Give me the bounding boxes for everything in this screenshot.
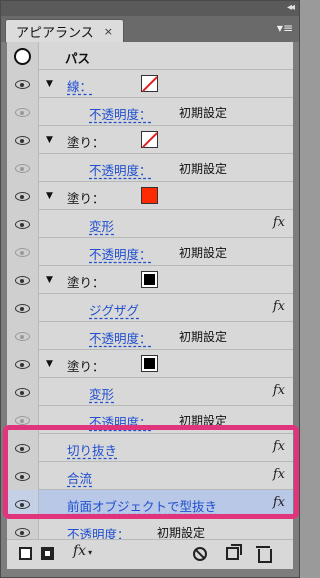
opacity-row[interactable]: 不透明度： 初期設定 xyxy=(7,238,293,266)
visibility-eye-icon[interactable] xyxy=(15,276,30,285)
opacity-row[interactable]: 不透明度： 初期設定 xyxy=(7,406,293,434)
fill-swatch-none[interactable] xyxy=(141,131,158,148)
visibility-eye-icon[interactable] xyxy=(15,360,30,369)
object-header-row[interactable]: パス xyxy=(7,42,293,70)
disclosure-triangle-icon[interactable]: ▼ xyxy=(46,135,53,145)
opacity-value: 初期設定 xyxy=(179,330,228,344)
fill-row[interactable]: ▼ 塗り： xyxy=(7,126,293,154)
visibility-eye-icon[interactable] xyxy=(15,108,30,117)
visibility-eye-icon[interactable] xyxy=(15,332,30,341)
tab-bar: アピアランス × ▾≡ xyxy=(1,16,299,42)
opacity-label[interactable]: 不透明度： xyxy=(89,160,152,179)
pathfinder-effect-row[interactable]: 切り抜き fx xyxy=(7,434,293,462)
opacity-row[interactable]: 不透明度： 初期設定 xyxy=(7,322,293,350)
collapse-panel-icon[interactable]: ◂◂ xyxy=(287,2,295,14)
effect-row[interactable]: 変形 fx xyxy=(7,378,293,406)
tab-label: アピアランス xyxy=(16,25,94,41)
opacity-value: 初期設定 xyxy=(179,414,228,428)
clear-appearance-icon[interactable] xyxy=(193,547,207,561)
panel-top-strip: ◂◂ xyxy=(1,1,299,16)
disclosure-triangle-icon[interactable]: ▼ xyxy=(46,79,53,89)
opacity-row[interactable]: 不透明度： 初期設定 xyxy=(7,154,293,182)
visibility-eye-icon[interactable] xyxy=(15,444,30,453)
opacity-value: 初期設定 xyxy=(179,246,228,260)
opacity-value: 初期設定 xyxy=(179,162,228,176)
visibility-eye-icon[interactable] xyxy=(15,192,30,201)
pathfinder-effect-row[interactable]: 合流 fx xyxy=(7,462,293,490)
panel-bottom-toolbar: fx xyxy=(7,539,293,569)
visibility-eye-icon[interactable] xyxy=(15,80,30,89)
tab-appearance[interactable]: アピアランス × xyxy=(5,19,124,42)
fill-label: 塗り： xyxy=(67,359,105,374)
visibility-eye-icon[interactable] xyxy=(15,248,30,257)
fx-icon[interactable]: fx xyxy=(273,495,285,510)
duplicate-item-icon[interactable] xyxy=(226,544,242,560)
fx-icon[interactable]: fx xyxy=(273,299,285,314)
thumbnail-cell xyxy=(7,42,39,70)
add-new-effect-button[interactable]: fx xyxy=(73,543,92,559)
fill-label: 塗り： xyxy=(67,191,105,206)
fx-icon[interactable]: fx xyxy=(273,215,285,230)
stroke-row[interactable]: ▼ 線： xyxy=(7,70,293,98)
path-thumbnail-icon xyxy=(14,48,31,65)
stroke-swatch-none[interactable] xyxy=(141,75,158,92)
effect-row[interactable]: 変形 fx xyxy=(7,210,293,238)
fx-icon[interactable]: fx xyxy=(273,467,285,482)
appearance-panel: ◂◂ アピアランス × ▾≡ パス ▼ 線： 不透明度： 初期設定 ▼ 塗り： … xyxy=(0,0,300,578)
effect-label[interactable]: 変形 xyxy=(89,216,114,235)
visibility-eye-icon[interactable] xyxy=(15,388,30,397)
opacity-label[interactable]: 不透明度： xyxy=(89,104,152,123)
visibility-eye-icon[interactable] xyxy=(15,500,30,509)
fill-swatch-black[interactable] xyxy=(141,355,158,372)
effect-row[interactable]: ジグザグ fx xyxy=(7,294,293,322)
visibility-eye-icon[interactable] xyxy=(15,136,30,145)
pathfinder-effect-row-selected[interactable]: 前面オブジェクトで型抜き fx xyxy=(7,490,293,518)
visibility-eye-icon[interactable] xyxy=(15,416,30,425)
opacity-label[interactable]: 不透明度： xyxy=(89,328,152,347)
disclosure-triangle-icon[interactable]: ▼ xyxy=(46,191,53,201)
fx-icon[interactable]: fx xyxy=(273,383,285,398)
effect-label[interactable]: ジグザグ xyxy=(89,300,139,319)
trash-icon[interactable] xyxy=(256,546,272,563)
visibility-eye-icon[interactable] xyxy=(15,164,30,173)
visibility-eye-icon[interactable] xyxy=(15,220,30,229)
add-new-fill-icon[interactable] xyxy=(41,547,54,560)
visibility-eye-icon[interactable] xyxy=(15,472,30,481)
fill-swatch-red[interactable] xyxy=(141,187,158,204)
disclosure-triangle-icon[interactable]: ▼ xyxy=(46,275,53,285)
visibility-eye-icon[interactable] xyxy=(15,304,30,313)
opacity-label[interactable]: 不透明度： xyxy=(89,412,152,431)
close-tab-icon[interactable]: × xyxy=(104,25,113,38)
effect-label[interactable]: 前面オブジェクトで型抜き xyxy=(67,496,217,515)
add-new-stroke-icon[interactable] xyxy=(19,547,32,560)
fill-label: 塗り： xyxy=(67,275,105,290)
opacity-row[interactable]: 不透明度： 初期設定 xyxy=(7,98,293,126)
effect-label[interactable]: 変形 xyxy=(89,384,114,403)
visibility-eye-icon[interactable] xyxy=(15,528,30,537)
fill-swatch-black[interactable] xyxy=(141,271,158,288)
fill-label: 塗り： xyxy=(67,135,105,150)
opacity-value: 初期設定 xyxy=(179,106,228,120)
disclosure-triangle-icon[interactable]: ▼ xyxy=(46,359,53,369)
object-type-label: パス xyxy=(65,51,91,66)
panel-menu-icon[interactable]: ▾≡ xyxy=(277,22,293,34)
fill-row[interactable]: ▼ 塗り： xyxy=(7,182,293,210)
fx-icon[interactable]: fx xyxy=(273,439,285,454)
stroke-label[interactable]: 線： xyxy=(67,76,92,95)
fill-row[interactable]: ▼ 塗り： xyxy=(7,350,293,378)
fill-row[interactable]: ▼ 塗り： xyxy=(7,266,293,294)
effect-label[interactable]: 切り抜き xyxy=(67,440,117,459)
effect-label[interactable]: 合流 xyxy=(67,468,92,487)
opacity-label[interactable]: 不透明度： xyxy=(89,244,152,263)
